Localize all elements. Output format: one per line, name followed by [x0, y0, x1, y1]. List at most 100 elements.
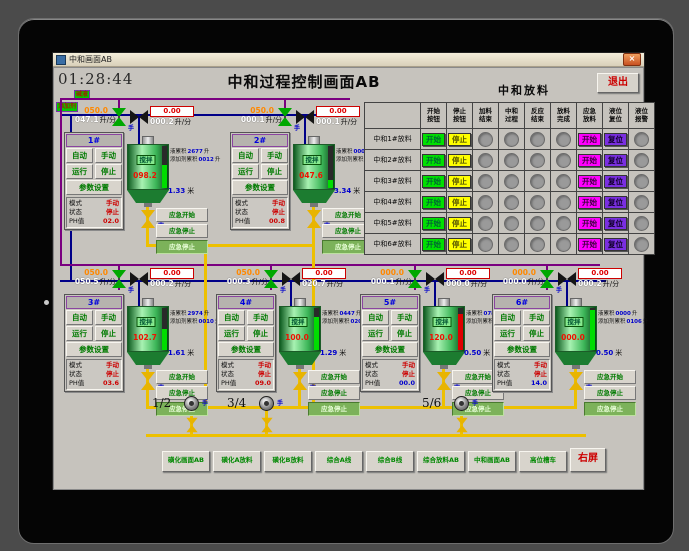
alkali-valve-icon[interactable] — [408, 270, 422, 288]
additive-valve-icon[interactable] — [282, 272, 300, 286]
run-button[interactable]: 运行 — [494, 326, 521, 341]
alkali-valve-icon[interactable] — [264, 270, 278, 288]
start-button[interactable]: 开始 — [422, 174, 445, 188]
additive-valve-icon[interactable] — [130, 110, 148, 124]
auto-button[interactable]: 自动 — [66, 148, 93, 163]
param-settings-button[interactable]: 参数设置 — [494, 342, 550, 357]
nav-sulfonation-a-discharge[interactable]: 磺化A放料 — [213, 451, 261, 472]
additive-valve-icon[interactable] — [426, 272, 444, 286]
discharge-valve-icon[interactable] — [293, 372, 307, 390]
manual-button[interactable]: 手动 — [261, 148, 288, 163]
emergency-discharge-button[interactable]: 开始 — [578, 237, 601, 251]
start-button[interactable]: 开始 — [422, 216, 445, 230]
param-settings-button[interactable]: 参数设置 — [232, 180, 288, 195]
nav-composite-discharge-ab[interactable]: 综合放料AB — [417, 451, 465, 472]
stop-button[interactable]: 停止 — [95, 326, 122, 341]
emergency-start-button[interactable]: 应急开始 — [584, 370, 636, 384]
pump-valve-icon[interactable] — [261, 417, 273, 433]
emergency-stop-button[interactable]: 应急停止 — [308, 386, 360, 400]
discharge-valve-icon[interactable] — [307, 210, 321, 228]
alkali-valve-icon[interactable] — [278, 108, 292, 126]
stop-button[interactable]: 停止 — [523, 326, 550, 341]
level-reset-button[interactable]: 复位 — [604, 153, 627, 167]
run-button[interactable]: 运行 — [232, 164, 259, 179]
level-reset-button[interactable]: 复位 — [604, 237, 627, 251]
emergency-stop-active[interactable]: 应急停止 — [584, 402, 636, 416]
exit-button[interactable]: 退出 — [597, 73, 639, 93]
nav-composite-b-line[interactable]: 综合B线 — [366, 451, 414, 472]
nav-composite-a-line[interactable]: 综合A线 — [315, 451, 363, 472]
emergency-discharge-button[interactable]: 开始 — [578, 195, 601, 209]
auto-button[interactable]: 自动 — [232, 148, 259, 163]
nav-right-screen[interactable]: 右屏 — [570, 448, 606, 472]
emergency-start-button[interactable]: 应急开始 — [308, 370, 360, 384]
nav-sulfonation-screen-ab[interactable]: 磺化画面AB — [162, 451, 210, 472]
discharge-valve-icon[interactable] — [141, 210, 155, 228]
param-settings-button[interactable]: 参数设置 — [66, 180, 122, 195]
start-button[interactable]: 开始 — [422, 195, 445, 209]
manual-button[interactable]: 手动 — [95, 148, 122, 163]
stop-button[interactable]: 停止 — [95, 164, 122, 179]
auto-button[interactable]: 自动 — [218, 310, 245, 325]
emergency-discharge-button[interactable]: 开始 — [578, 132, 601, 146]
alkali-valve-icon[interactable] — [112, 108, 126, 126]
run-button[interactable]: 运行 — [218, 326, 245, 341]
nav-sulfonation-b-discharge[interactable]: 磺化B放料 — [264, 451, 312, 472]
discharge-valve-icon[interactable] — [437, 372, 451, 390]
discharge-valve-icon[interactable] — [141, 372, 155, 390]
emergency-discharge-button[interactable]: 开始 — [578, 153, 601, 167]
close-icon[interactable]: × — [623, 53, 641, 66]
pump-valve-icon[interactable] — [186, 417, 198, 433]
manual-button[interactable]: 手动 — [95, 310, 122, 325]
level-reset-button[interactable]: 复位 — [604, 174, 627, 188]
param-settings-button[interactable]: 参数设置 — [66, 342, 122, 357]
pump-valve-icon[interactable] — [456, 417, 468, 433]
stop-button[interactable]: 停止 — [261, 164, 288, 179]
start-button[interactable]: 开始 — [422, 132, 445, 146]
stop-button[interactable]: 停止 — [448, 216, 471, 230]
discharge-valve-icon[interactable] — [569, 372, 583, 390]
level-reset-button[interactable]: 复位 — [604, 132, 627, 146]
stop-button[interactable]: 停止 — [448, 237, 471, 251]
stop-button[interactable]: 停止 — [448, 132, 471, 146]
additive-valve-icon[interactable] — [558, 272, 576, 286]
alkali-valve-icon[interactable] — [540, 270, 554, 288]
start-button[interactable]: 开始 — [422, 153, 445, 167]
manual-button[interactable]: 手动 — [523, 310, 550, 325]
additive-valve-icon[interactable] — [130, 272, 148, 286]
stop-button[interactable]: 停止 — [391, 326, 418, 341]
level-reset-button[interactable]: 复位 — [604, 216, 627, 230]
emergency-start-button[interactable]: 应急开始 — [156, 370, 208, 384]
level-reset-button[interactable]: 复位 — [604, 195, 627, 209]
pump-icon[interactable] — [184, 396, 199, 411]
emergency-stop-button[interactable]: 应急停止 — [156, 224, 208, 238]
auto-button[interactable]: 自动 — [362, 310, 389, 325]
manual-button[interactable]: 手动 — [247, 310, 274, 325]
alkali-valve-icon[interactable] — [112, 270, 126, 288]
stop-button[interactable]: 停止 — [247, 326, 274, 341]
auto-button[interactable]: 自动 — [66, 310, 93, 325]
emergency-stop-button[interactable]: 应急停止 — [584, 386, 636, 400]
stop-button[interactable]: 停止 — [448, 153, 471, 167]
manual-button[interactable]: 手动 — [391, 310, 418, 325]
stop-button[interactable]: 停止 — [448, 174, 471, 188]
pump-icon[interactable] — [454, 396, 469, 411]
emergency-discharge-button[interactable]: 开始 — [578, 174, 601, 188]
run-button[interactable]: 运行 — [66, 164, 93, 179]
col-header: 加料 结束 — [473, 103, 499, 129]
param-settings-button[interactable]: 参数设置 — [218, 342, 274, 357]
stop-button[interactable]: 停止 — [448, 195, 471, 209]
pump-icon[interactable] — [259, 396, 274, 411]
emergency-stop-active[interactable]: 应急停止 — [156, 240, 208, 254]
emergency-discharge-button[interactable]: 开始 — [578, 216, 601, 230]
auto-button[interactable]: 自动 — [494, 310, 521, 325]
additive-valve-icon[interactable] — [296, 110, 314, 124]
emergency-start-button[interactable]: 应急开始 — [156, 208, 208, 222]
param-settings-button[interactable]: 参数设置 — [362, 342, 418, 357]
emergency-stop-active[interactable]: 应急停止 — [308, 402, 360, 416]
nav-neutralize-screen-ab[interactable]: 中和画面AB — [468, 451, 516, 472]
nav-elevated-tank[interactable]: 高位槽车 — [519, 451, 567, 472]
start-button[interactable]: 开始 — [422, 237, 445, 251]
run-button[interactable]: 运行 — [362, 326, 389, 341]
run-button[interactable]: 运行 — [66, 326, 93, 341]
